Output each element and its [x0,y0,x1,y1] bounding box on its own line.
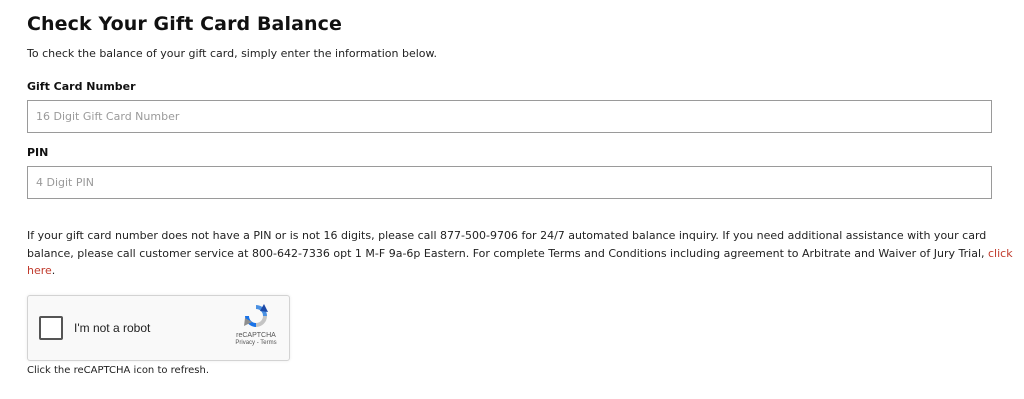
info-paragraph: If your gift card number does not have a… [27,227,1017,280]
intro-text: To check the balance of your gift card, … [27,47,438,60]
recaptcha-links[interactable]: Privacy - Terms [228,340,284,346]
page-title: Check Your Gift Card Balance [27,13,342,35]
gift-card-number-label: Gift Card Number [27,80,136,93]
recaptcha-label: I'm not a robot [74,320,151,335]
recaptcha-checkbox[interactable] [39,315,63,340]
gift-card-number-input[interactable] [27,100,992,133]
recaptcha-widget: I'm not a robot reCAPTCHA Privacy - Term… [27,294,290,361]
recaptcha-logo-icon[interactable] [242,302,270,330]
gift-card-balance-page: Check Your Gift Card Balance To check th… [0,0,1024,377]
pin-input[interactable] [27,166,992,199]
refresh-note: Click the reCAPTCHA icon to refresh. [27,364,210,376]
info-trailing: . [51,264,56,277]
pin-label: PIN [27,146,49,159]
info-text: If your gift card number does not have a… [27,229,988,260]
recaptcha-logo[interactable]: reCAPTCHA Privacy - Terms [228,302,284,346]
recaptcha-brand: reCAPTCHA [236,331,276,339]
